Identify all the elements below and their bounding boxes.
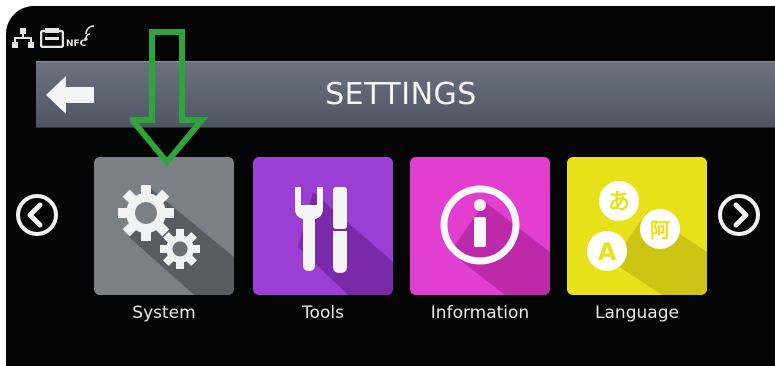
tile-information[interactable] (410, 157, 550, 295)
svg-text:NFC: NFC (66, 39, 87, 48)
svg-text:あ: あ (608, 190, 630, 215)
svg-text:A: A (598, 238, 617, 266)
tile-label-tools: Tools (302, 303, 344, 323)
status-bar: NFC (6, 6, 775, 58)
next-page-button[interactable] (718, 194, 760, 236)
tile-label-language: Language (595, 303, 679, 323)
chevron-right-icon (733, 202, 749, 228)
network-icon (12, 28, 34, 48)
tile-language[interactable]: あ 阿 A (567, 157, 707, 295)
gears-icon (118, 185, 200, 269)
info-icon (440, 185, 520, 265)
nfc-icon: NFC (66, 25, 95, 48)
tools-icon (295, 187, 347, 273)
device-frame: NFC SETTINGS System Tools Information あ … (0, 0, 775, 366)
previous-page-button[interactable] (16, 194, 58, 236)
tile-label-information: Information (430, 303, 530, 323)
tile-tools[interactable] (253, 157, 393, 295)
printer-screen: NFC SETTINGS System Tools Information あ … (6, 6, 775, 366)
tile-system[interactable] (94, 157, 234, 295)
card-reader-icon (40, 28, 64, 48)
language-icon: あ 阿 A (587, 181, 680, 271)
annotation-arrow-icon (130, 29, 209, 167)
svg-text:阿: 阿 (650, 218, 670, 242)
tile-label-system: System (132, 303, 196, 323)
chevron-left-icon (27, 202, 43, 228)
